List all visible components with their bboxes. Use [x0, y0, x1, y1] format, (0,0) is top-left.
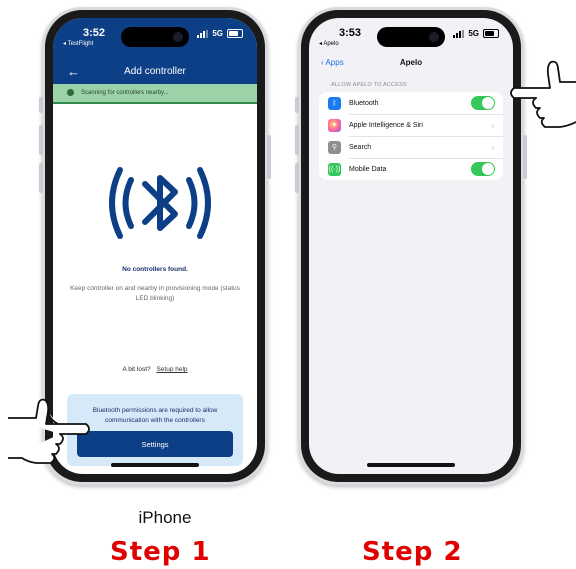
back-to-app-label[interactable]: ◂ TestFlight	[63, 40, 93, 47]
scanning-banner: Scanning for controllers nearby...	[53, 84, 257, 102]
dynamic-island	[121, 27, 189, 47]
row-search[interactable]: ⚲ Search ›	[319, 136, 503, 158]
volume-up-button	[39, 125, 43, 155]
device-caption: iPhone	[138, 508, 192, 527]
lost-text: A bit lost?	[122, 366, 151, 373]
scanning-text: Scanning for controllers nearby...	[81, 90, 169, 96]
action-button	[295, 97, 299, 113]
permission-card: Bluetooth permissions are required to al…	[67, 394, 243, 466]
step-2-label: Step 2	[362, 537, 463, 567]
action-button	[39, 97, 43, 113]
status-indicators: 5G	[197, 29, 243, 38]
pointing-hand-icon	[510, 60, 576, 128]
antenna-icon: ((·))	[328, 162, 341, 176]
status-time: 3:53	[339, 27, 362, 39]
siri-icon: ✦	[328, 118, 341, 132]
home-indicator[interactable]	[111, 463, 199, 467]
signal-icon	[197, 29, 209, 38]
page-title: Apelo	[399, 58, 423, 67]
scan-progress-line	[53, 102, 257, 104]
power-button	[523, 135, 527, 179]
provisioning-hint: Keep controller on and nearby in provisi…	[70, 285, 240, 302]
page-title: Add controller	[124, 66, 186, 77]
row-label: Mobile Data	[349, 165, 387, 173]
dynamic-island	[377, 27, 445, 47]
search-icon: ⚲	[328, 140, 341, 154]
row-label: Bluetooth	[349, 99, 379, 107]
settings-button[interactable]: Settings	[77, 431, 233, 457]
network-type: 5G	[212, 29, 223, 38]
setup-help-link[interactable]: Setup help	[156, 366, 187, 373]
help-line: A bit lost? Setup help	[53, 366, 257, 373]
step-1-label: Step 1	[110, 537, 211, 567]
volume-down-button	[295, 163, 299, 193]
battery-icon	[483, 29, 499, 38]
section-header: ALLOW APELO TO ACCESS	[331, 82, 407, 88]
no-controllers-message: No controllers found.	[122, 266, 188, 273]
row-mobile-data[interactable]: ((·)) Mobile Data	[319, 158, 503, 180]
pointing-hand-icon	[8, 398, 90, 464]
mobile-data-toggle[interactable]	[471, 162, 495, 176]
row-bluetooth[interactable]: ᛒ Bluetooth	[319, 92, 503, 114]
status-time: 3:52	[83, 27, 106, 39]
home-indicator[interactable]	[367, 463, 455, 467]
permissions-list: ᛒ Bluetooth ✦ Apple Intelligence & Siri …	[319, 92, 503, 180]
bluetooth-icon: ᛒ	[328, 96, 341, 110]
permission-text: Bluetooth permissions are required to al…	[92, 407, 218, 424]
back-to-app-label[interactable]: ◂ Apelo	[319, 40, 339, 47]
battery-icon	[227, 29, 243, 38]
volume-down-button	[39, 163, 43, 193]
signal-icon	[453, 29, 465, 38]
power-button	[267, 135, 271, 179]
bluetooth-toggle[interactable]	[471, 96, 495, 110]
navigation-bar: ‹ Apps Apelo	[309, 54, 513, 74]
chevron-right-icon: ›	[491, 120, 494, 130]
lightbulb-icon	[67, 89, 74, 96]
bluetooth-icon	[109, 167, 211, 239]
phone-step-2: 3:53 ◂ Apelo 5G ‹ Apps Apelo ALLOW APELO…	[295, 7, 527, 485]
chevron-right-icon: ›	[491, 142, 494, 152]
network-type: 5G	[468, 29, 479, 38]
row-label: Apple Intelligence & Siri	[349, 121, 423, 129]
status-indicators: 5G	[453, 29, 499, 38]
phone2-screen: 3:53 ◂ Apelo 5G ‹ Apps Apelo ALLOW APELO…	[309, 18, 513, 474]
volume-up-button	[295, 125, 299, 155]
row-apple-intelligence[interactable]: ✦ Apple Intelligence & Siri ›	[319, 114, 503, 136]
row-label: Search	[349, 143, 372, 151]
